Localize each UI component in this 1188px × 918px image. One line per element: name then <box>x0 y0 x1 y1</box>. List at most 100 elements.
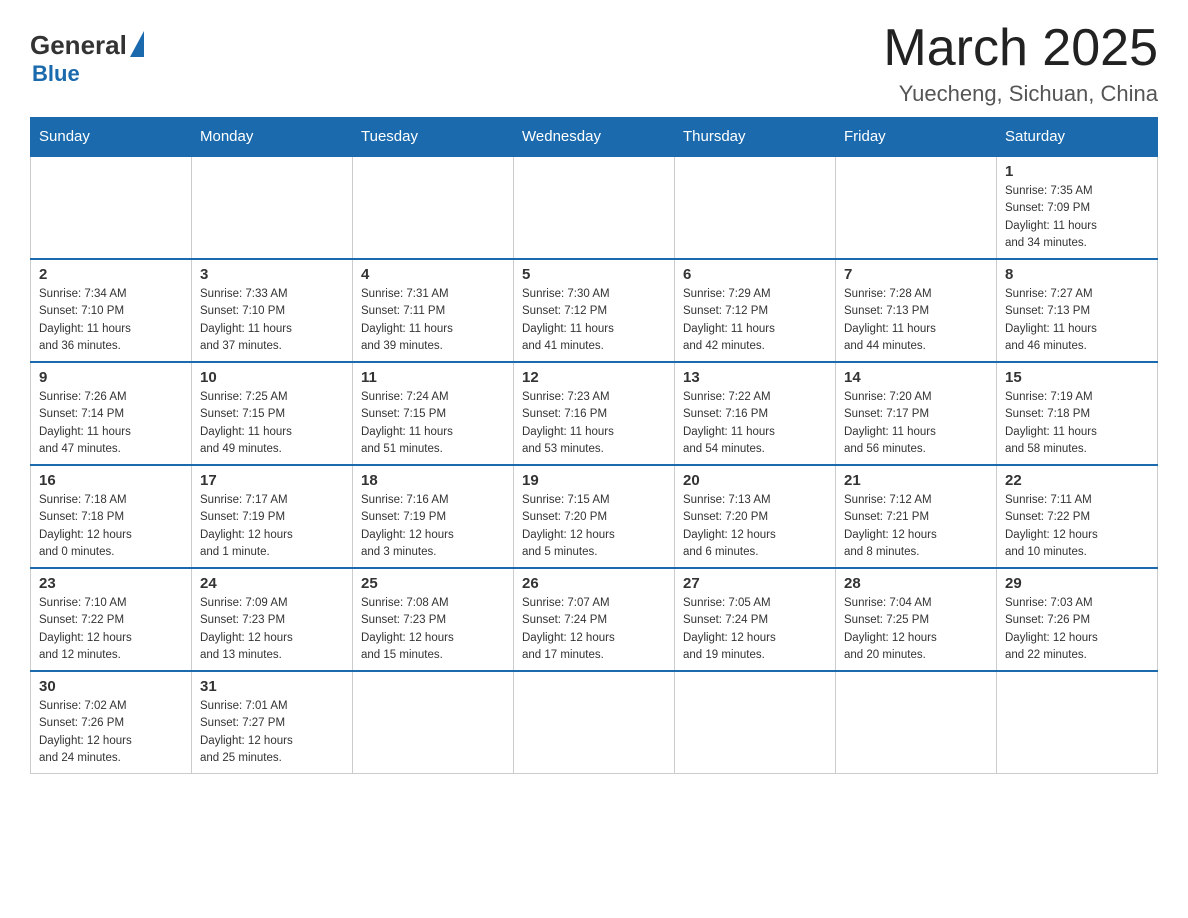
day-info: Sunrise: 7:08 AM Sunset: 7:23 PM Dayligh… <box>361 595 505 664</box>
day-info: Sunrise: 7:01 AM Sunset: 7:27 PM Dayligh… <box>200 698 344 767</box>
subtitle: Yuecheng, Sichuan, China <box>883 81 1158 107</box>
calendar-cell: 22Sunrise: 7:11 AM Sunset: 7:22 PM Dayli… <box>997 465 1158 568</box>
calendar-cell: 25 Sunrise: 7:08 AM Sunset: 7:23 PM Dayli… <box>353 568 514 671</box>
calendar-cell: 10 Sunrise: 7:25 AM Sunset: 7:15 PM Dayli… <box>192 362 353 465</box>
logo-blue-text: Blue <box>32 61 80 87</box>
day-info: Sunrise: 7:02 AM Sunset: 7:26 PM Dayligh… <box>39 698 183 767</box>
day-info: Sunrise: 7:35 AM Sunset: 7:09 PM Dayligh… <box>1005 183 1149 252</box>
calendar-cell <box>675 671 836 774</box>
day-info: Sunrise: 7:25 AM Sunset: 7:15 PM Dayligh… <box>200 389 344 458</box>
calendar-cell: 19Sunrise: 7:15 AM Sunset: 7:20 PM Dayli… <box>514 465 675 568</box>
day-info: Sunrise: 7:18 AM Sunset: 7:18 PM Dayligh… <box>39 492 183 561</box>
day-info: Sunrise: 7:24 AM Sunset: 7:15 PM Dayligh… <box>361 389 505 458</box>
weekday-header-tuesday: Tuesday <box>353 118 514 157</box>
calendar-cell <box>353 156 514 259</box>
calendar-cell: 16 Sunrise: 7:18 AM Sunset: 7:18 PM Dayli… <box>31 465 192 568</box>
calendar-cell: 30Sunrise: 7:02 AM Sunset: 7:26 PM Dayli… <box>31 671 192 774</box>
weekday-header-monday: Monday <box>192 118 353 157</box>
title-area: March 2025 Yuecheng, Sichuan, China <box>883 20 1158 107</box>
day-number: 19 <box>522 472 666 489</box>
weekday-header-thursday: Thursday <box>675 118 836 157</box>
day-info: Sunrise: 7:20 AM Sunset: 7:17 PM Dayligh… <box>844 389 988 458</box>
calendar-cell <box>836 671 997 774</box>
day-info: Sunrise: 7:22 AM Sunset: 7:16 PM Dayligh… <box>683 389 827 458</box>
calendar-week-row: 30Sunrise: 7:02 AM Sunset: 7:26 PM Dayli… <box>31 671 1158 774</box>
calendar-cell: 31 Sunrise: 7:01 AM Sunset: 7:27 PM Dayli… <box>192 671 353 774</box>
day-number: 21 <box>844 472 988 489</box>
calendar-cell: 9Sunrise: 7:26 AM Sunset: 7:14 PM Daylig… <box>31 362 192 465</box>
logo-general-text: General <box>30 30 127 61</box>
calendar-cell <box>192 156 353 259</box>
calendar-cell <box>514 671 675 774</box>
day-number: 13 <box>683 369 827 386</box>
day-number: 2 <box>39 266 183 283</box>
calendar-cell: 4Sunrise: 7:31 AM Sunset: 7:11 PM Daylig… <box>353 259 514 362</box>
calendar-week-row: 2 Sunrise: 7:34 AM Sunset: 7:10 PM Daylig… <box>31 259 1158 362</box>
day-info: Sunrise: 7:11 AM Sunset: 7:22 PM Dayligh… <box>1005 492 1149 561</box>
calendar-cell: 23 Sunrise: 7:10 AM Sunset: 7:22 PM Dayli… <box>31 568 192 671</box>
day-info: Sunrise: 7:30 AM Sunset: 7:12 PM Dayligh… <box>522 286 666 355</box>
day-number: 18 <box>361 472 505 489</box>
day-number: 31 <box>200 678 344 695</box>
day-number: 1 <box>1005 163 1149 180</box>
day-info: Sunrise: 7:23 AM Sunset: 7:16 PM Dayligh… <box>522 389 666 458</box>
weekday-header-wednesday: Wednesday <box>514 118 675 157</box>
calendar-cell: 8Sunrise: 7:27 AM Sunset: 7:13 PM Daylig… <box>997 259 1158 362</box>
day-number: 7 <box>844 266 988 283</box>
day-info: Sunrise: 7:27 AM Sunset: 7:13 PM Dayligh… <box>1005 286 1149 355</box>
logo-triangle-icon <box>130 31 144 57</box>
day-number: 16 <box>39 472 183 489</box>
day-number: 6 <box>683 266 827 283</box>
day-info: Sunrise: 7:03 AM Sunset: 7:26 PM Dayligh… <box>1005 595 1149 664</box>
calendar-cell: 20Sunrise: 7:13 AM Sunset: 7:20 PM Dayli… <box>675 465 836 568</box>
calendar-cell: 13 Sunrise: 7:22 AM Sunset: 7:16 PM Dayli… <box>675 362 836 465</box>
weekday-header-sunday: Sunday <box>31 118 192 157</box>
day-number: 25 <box>361 575 505 592</box>
calendar-cell: 12 Sunrise: 7:23 AM Sunset: 7:16 PM Dayli… <box>514 362 675 465</box>
day-number: 24 <box>200 575 344 592</box>
calendar-cell: 26Sunrise: 7:07 AM Sunset: 7:24 PM Dayli… <box>514 568 675 671</box>
calendar-cell: 15Sunrise: 7:19 AM Sunset: 7:18 PM Dayli… <box>997 362 1158 465</box>
weekday-header-row: SundayMondayTuesdayWednesdayThursdayFrid… <box>31 118 1158 157</box>
calendar-cell: 3 Sunrise: 7:33 AM Sunset: 7:10 PM Daylig… <box>192 259 353 362</box>
calendar-cell: 17Sunrise: 7:17 AM Sunset: 7:19 PM Dayli… <box>192 465 353 568</box>
calendar-cell: 28Sunrise: 7:04 AM Sunset: 7:25 PM Dayli… <box>836 568 997 671</box>
calendar-week-row: 23 Sunrise: 7:10 AM Sunset: 7:22 PM Dayli… <box>31 568 1158 671</box>
calendar-cell <box>836 156 997 259</box>
day-info: Sunrise: 7:04 AM Sunset: 7:25 PM Dayligh… <box>844 595 988 664</box>
logo: General Blue <box>30 20 146 87</box>
day-number: 14 <box>844 369 988 386</box>
day-info: Sunrise: 7:29 AM Sunset: 7:12 PM Dayligh… <box>683 286 827 355</box>
day-number: 5 <box>522 266 666 283</box>
calendar-cell <box>514 156 675 259</box>
day-info: Sunrise: 7:05 AM Sunset: 7:24 PM Dayligh… <box>683 595 827 664</box>
day-info: Sunrise: 7:07 AM Sunset: 7:24 PM Dayligh… <box>522 595 666 664</box>
calendar-week-row: 1 Sunrise: 7:35 AM Sunset: 7:09 PM Daylig… <box>31 156 1158 259</box>
calendar-cell: 1 Sunrise: 7:35 AM Sunset: 7:09 PM Daylig… <box>997 156 1158 259</box>
day-number: 10 <box>200 369 344 386</box>
day-number: 12 <box>522 369 666 386</box>
calendar-cell: 18Sunrise: 7:16 AM Sunset: 7:19 PM Dayli… <box>353 465 514 568</box>
calendar-cell: 14 Sunrise: 7:20 AM Sunset: 7:17 PM Dayli… <box>836 362 997 465</box>
calendar-cell <box>997 671 1158 774</box>
day-number: 9 <box>39 369 183 386</box>
day-number: 29 <box>1005 575 1149 592</box>
day-number: 17 <box>200 472 344 489</box>
calendar-week-row: 16 Sunrise: 7:18 AM Sunset: 7:18 PM Dayli… <box>31 465 1158 568</box>
day-number: 23 <box>39 575 183 592</box>
day-info: Sunrise: 7:33 AM Sunset: 7:10 PM Dayligh… <box>200 286 344 355</box>
calendar-cell: 7Sunrise: 7:28 AM Sunset: 7:13 PM Daylig… <box>836 259 997 362</box>
day-number: 20 <box>683 472 827 489</box>
day-info: Sunrise: 7:10 AM Sunset: 7:22 PM Dayligh… <box>39 595 183 664</box>
day-number: 11 <box>361 369 505 386</box>
day-number: 27 <box>683 575 827 592</box>
day-info: Sunrise: 7:31 AM Sunset: 7:11 PM Dayligh… <box>361 286 505 355</box>
day-info: Sunrise: 7:19 AM Sunset: 7:18 PM Dayligh… <box>1005 389 1149 458</box>
main-title: March 2025 <box>883 20 1158 77</box>
day-info: Sunrise: 7:34 AM Sunset: 7:10 PM Dayligh… <box>39 286 183 355</box>
header: General Blue March 2025 Yuecheng, Sichua… <box>30 20 1158 107</box>
calendar-cell: 21Sunrise: 7:12 AM Sunset: 7:21 PM Dayli… <box>836 465 997 568</box>
calendar-cell: 24Sunrise: 7:09 AM Sunset: 7:23 PM Dayli… <box>192 568 353 671</box>
calendar-cell <box>675 156 836 259</box>
day-number: 3 <box>200 266 344 283</box>
